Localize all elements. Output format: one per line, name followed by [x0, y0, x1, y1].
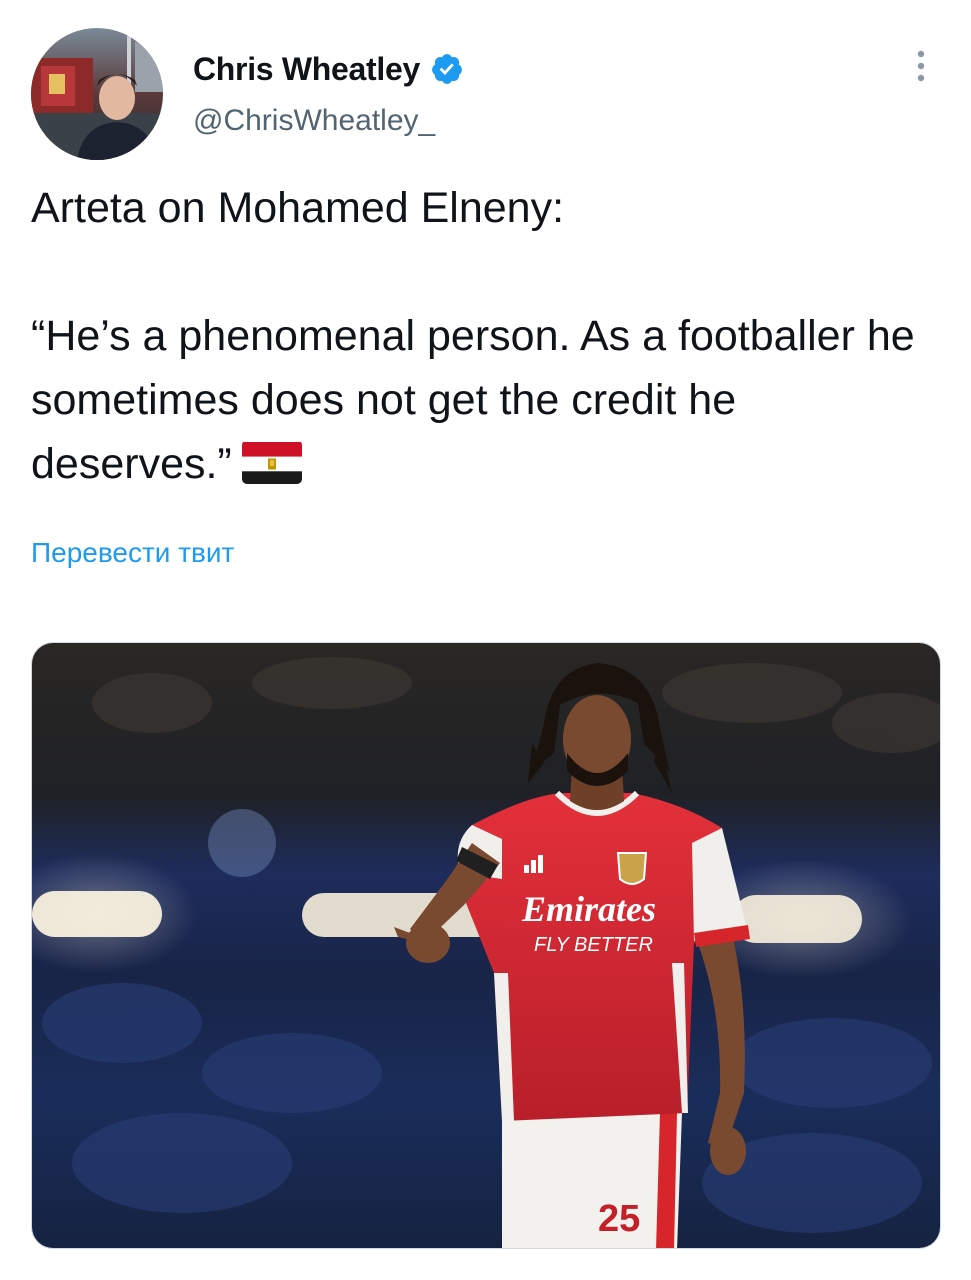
- shorts-number: 25: [598, 1198, 640, 1240]
- shirt-tagline: FLY BETTER: [534, 934, 653, 956]
- tweet-media-photo[interactable]: 25 Emirates FLY BETTER: [31, 642, 941, 1249]
- author-avatar[interactable]: [31, 28, 163, 160]
- tweet-text: Arteta on Mohamed Elneny: “He’s a phenom…: [31, 176, 941, 496]
- author-handle[interactable]: @ChrisWheatley_: [193, 104, 435, 138]
- tweet-quote-text: “He’s a phenomenal person. As a football…: [31, 312, 927, 488]
- translate-tweet-link[interactable]: Перевести твит: [31, 537, 234, 569]
- more-options-icon[interactable]: [905, 46, 937, 86]
- tweet-text-line: Arteta on Mohamed Elneny:: [31, 184, 565, 232]
- verified-badge-icon: [430, 52, 464, 86]
- author-display-name[interactable]: Chris Wheatley: [193, 51, 420, 88]
- tweet-quote: “He’s a phenomenal person. As a football…: [31, 304, 941, 496]
- author-name-row: Chris Wheatley: [193, 48, 464, 90]
- egypt-flag-icon: [241, 440, 302, 484]
- shirt-sponsor: Emirates: [521, 889, 656, 929]
